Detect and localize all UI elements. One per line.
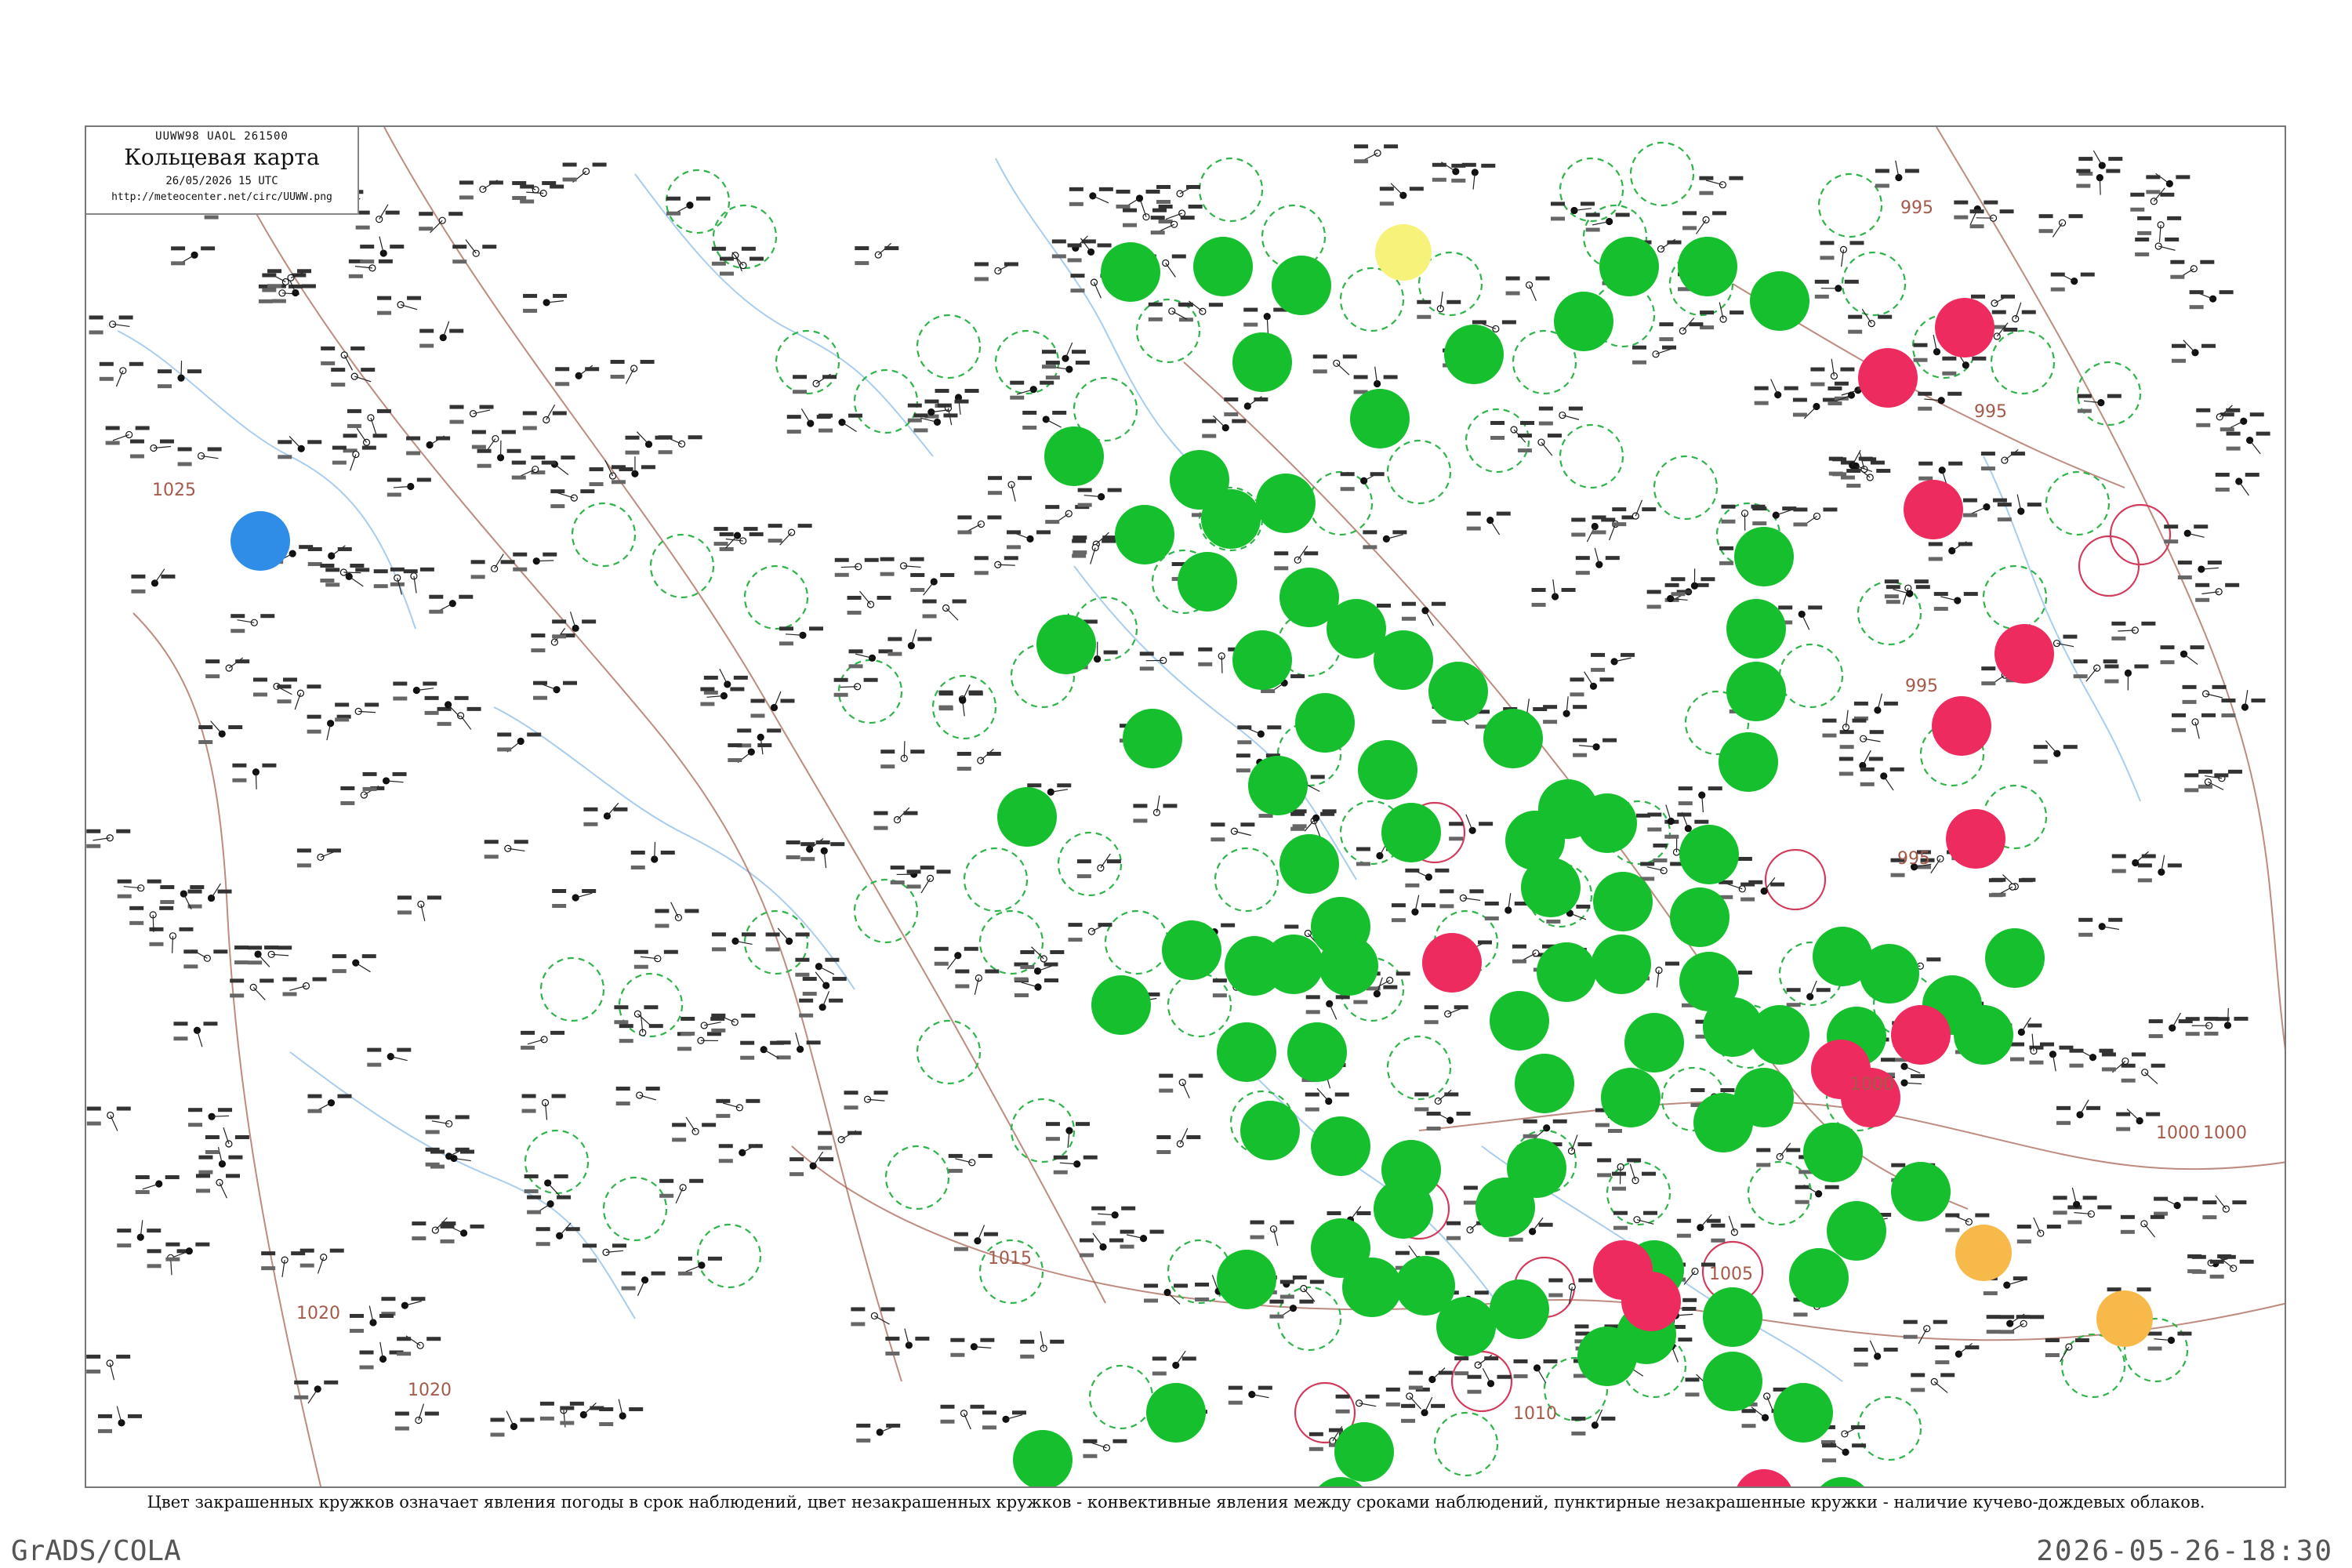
legend-caption: Цвет закрашенных кружков означает явлени… [147,1493,2205,1512]
map-title-box: UUWW98 UAOL 261500 Кольцевая карта 26/05… [86,127,359,215]
isobar-label: 995 [1905,677,1938,696]
synoptic-map: 10251020102010151010100510001000 10009959… [86,127,2285,1486]
isobar-label: 1005 [1709,1265,1753,1284]
isobar-label: 1020 [408,1381,452,1400]
isobar-label: 1025 [152,481,196,500]
isobar-label: 1000 [1850,1075,1894,1094]
isobar-label: 995 [1900,198,1933,218]
bulletin-header: UUWW98 UAOL 261500 [155,130,289,143]
isobar-label: 995 [1974,402,2007,422]
map-frame: 1025 1020 1020 1015 1010 1005 1000 1000 1000 995 9… [85,125,2286,1488]
isobar-label: 1010 [1513,1404,1557,1424]
isobar-label: 1015 [988,1249,1032,1269]
isobar-label: 1000 [2156,1123,2200,1143]
isobar-label: 1000 [2203,1123,2247,1143]
map-timestamp: 26/05/2026 15 UTC [165,175,278,187]
isobar-label: 1020 [296,1304,340,1323]
page-title: Кольцевая карта [124,144,320,170]
isobar-label: 995 [1897,849,1930,869]
rivers-layer [117,158,2141,1382]
software-credit: GrADS/COLA [11,1535,181,1567]
render-timestamp: 2026-05-26-18:30 [2036,1535,2333,1567]
map-url[interactable]: http://meteocenter.net/circ/UUWW.png [86,190,358,205]
